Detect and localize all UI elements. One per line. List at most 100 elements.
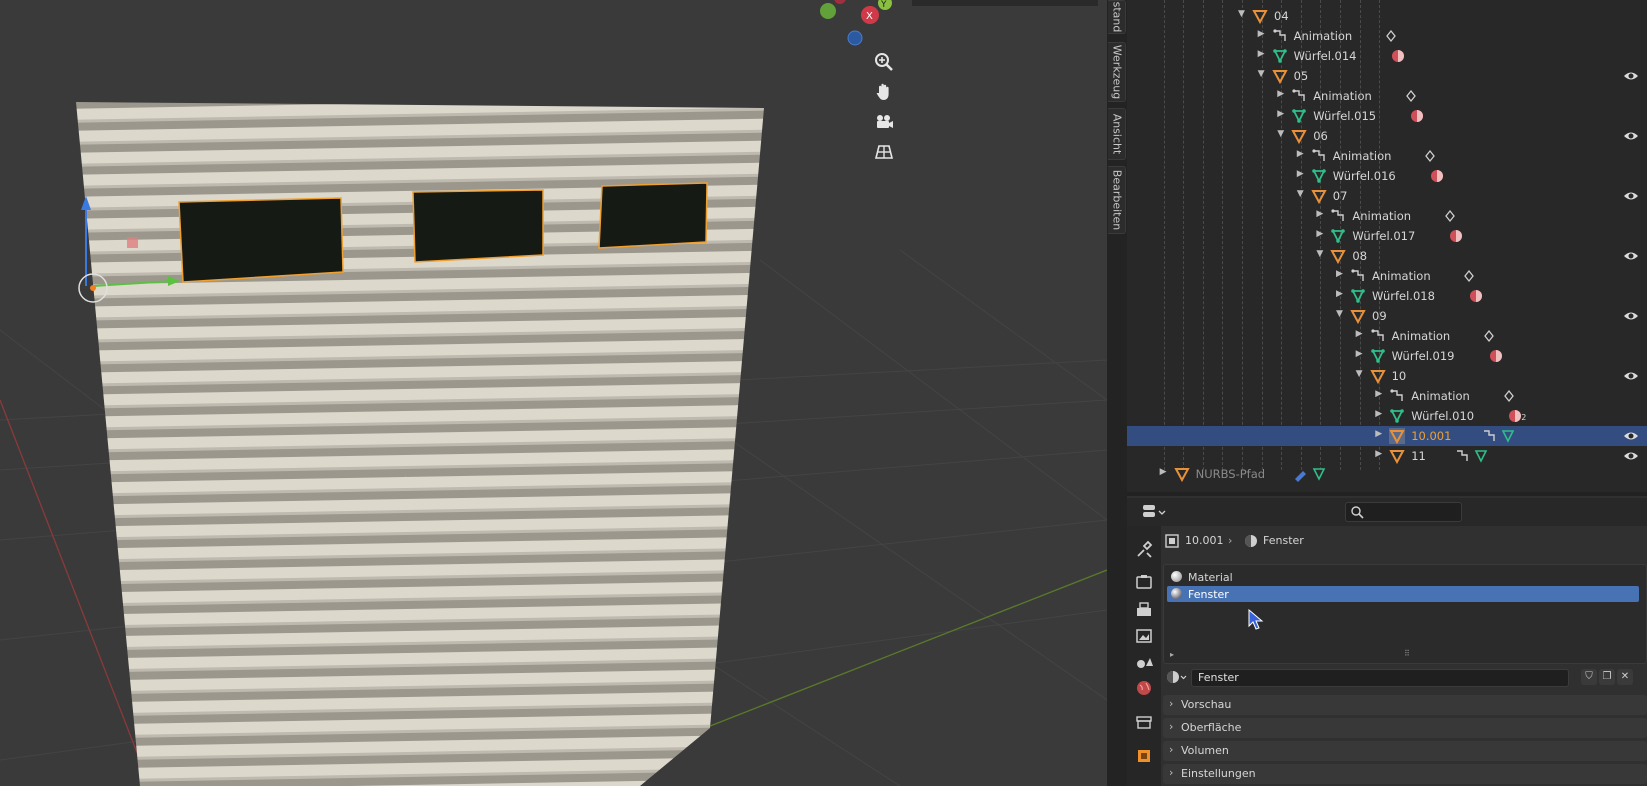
material-slot-active[interactable]: Fenster — [1167, 586, 1639, 602]
expand-arrow-icon[interactable]: ▶ — [1316, 229, 1323, 239]
outliner-row[interactable]: ▶ Animation — [1127, 266, 1647, 286]
outliner-row[interactable]: ▶ Animation — [1127, 26, 1647, 46]
unlink-material-icon[interactable]: ✕ — [1617, 669, 1633, 685]
visibility-eye-icon[interactable] — [1623, 69, 1639, 83]
outliner-row-label: Würfel.016 — [1332, 169, 1396, 183]
expand-arrow-icon[interactable]: ▶ — [1375, 429, 1382, 439]
tab-bearbeiten[interactable]: Bearbeiten — [1108, 166, 1126, 234]
panel-volumen[interactable]: › Volumen — [1163, 741, 1647, 761]
expand-arrow-icon[interactable]: ▶ — [1316, 209, 1323, 219]
outliner-row[interactable]: ▼ 06 — [1127, 126, 1647, 146]
modifier-icons — [1292, 466, 1332, 482]
expand-arrow-icon[interactable]: ▶ — [1336, 289, 1343, 299]
3d-viewport[interactable]: X Y — [0, 0, 1107, 786]
window-1 — [178, 197, 344, 283]
outliner-row-selected[interactable]: ▶ 10.001 — [1127, 426, 1647, 446]
outliner-row[interactable]: ▶ Animation — [1127, 326, 1647, 346]
render-tab-icon[interactable] — [1134, 572, 1154, 592]
expand-arrow-icon[interactable]: ▶ — [1160, 467, 1167, 477]
properties-editor[interactable]: 10.001 › Fenster Material Fenster ▸ ⠿ Fe… — [1127, 498, 1647, 786]
panel-vorschau[interactable]: › Vorschau — [1163, 695, 1647, 715]
expand-arrow-icon[interactable]: ▶ — [1297, 169, 1304, 179]
fake-user-icon[interactable]: ⛉ — [1581, 669, 1597, 685]
expand-arrow-icon[interactable]: ▶ — [1258, 49, 1265, 59]
visibility-eye-icon[interactable] — [1623, 249, 1639, 263]
collapse-arrow-icon[interactable]: ▼ — [1238, 9, 1245, 19]
expand-arrow-icon[interactable]: ▸ — [1170, 650, 1174, 659]
panel-einstellungen[interactable]: › Einstellungen — [1163, 764, 1647, 784]
duplicate-material-icon[interactable]: ❐ — [1599, 669, 1615, 685]
outliner-row[interactable]: ▶ Würfel.018 — [1127, 286, 1647, 306]
outliner-row[interactable]: ▶ Animation — [1127, 146, 1647, 166]
outliner[interactable]: ▼ 04 ▶ Animation ▶ Würfel.014 ▼ 05 ▶ Animation ▶ Wü… — [1127, 0, 1647, 496]
outliner-row[interactable]: ▶ 11 — [1127, 446, 1647, 466]
outliner-row[interactable]: ▶ NURBS-Pfad — [1127, 464, 1647, 484]
collapse-arrow-icon[interactable]: ▼ — [1316, 249, 1323, 259]
material-slot[interactable]: Material — [1167, 569, 1639, 585]
zoom-icon[interactable] — [870, 48, 898, 76]
resize-handle-icon[interactable]: ⠿ — [1404, 649, 1411, 658]
outliner-row[interactable]: ▼ 05 — [1127, 66, 1647, 86]
visibility-eye-icon[interactable] — [1623, 309, 1639, 323]
collapse-arrow-icon[interactable]: ▼ — [1277, 129, 1284, 139]
world-tab-icon[interactable] — [1134, 678, 1154, 698]
expand-arrow-icon[interactable]: ▶ — [1277, 109, 1284, 119]
browse-material-icon[interactable] — [1165, 669, 1189, 687]
collapse-arrow-icon[interactable]: ▼ — [1297, 189, 1304, 199]
expand-arrow-icon[interactable]: ▶ — [1258, 29, 1265, 39]
outliner-row[interactable]: ▼ 09 — [1127, 306, 1647, 326]
outliner-row[interactable]: ▶ Animation — [1127, 206, 1647, 226]
expand-arrow-icon[interactable]: ▶ — [1375, 449, 1382, 459]
expand-arrow-icon[interactable]: ▶ — [1375, 389, 1382, 399]
tab-stand[interactable]: stand — [1108, 0, 1126, 34]
expand-arrow-icon[interactable]: ▶ — [1297, 149, 1304, 159]
visibility-eye-icon[interactable] — [1623, 129, 1639, 143]
search-input[interactable] — [1345, 502, 1462, 522]
outliner-row[interactable]: ▼ 10 — [1127, 366, 1647, 386]
visibility-eye-icon[interactable] — [1623, 449, 1639, 463]
grid-ortho-icon[interactable] — [870, 138, 898, 166]
camera-icon[interactable] — [870, 108, 898, 136]
material-preview-icon — [1171, 588, 1182, 599]
outliner-row[interactable]: ▼ 08 — [1127, 246, 1647, 266]
view-layer-tab-icon[interactable] — [1134, 626, 1154, 646]
visibility-eye-icon[interactable] — [1623, 429, 1639, 443]
scene-tab-icon[interactable] — [1134, 652, 1154, 672]
outliner-row[interactable]: ▶ Animation — [1127, 386, 1647, 406]
outliner-row[interactable]: ▶ Animation — [1127, 86, 1647, 106]
tool-tab-icon[interactable] — [1134, 540, 1154, 560]
mouse-cursor-icon — [1248, 609, 1264, 630]
outliner-row[interactable]: ▶ Würfel.015 — [1127, 106, 1647, 126]
collection-tab-icon[interactable] — [1134, 712, 1154, 732]
tab-werkzeug[interactable]: Werkzeug — [1108, 42, 1126, 102]
collapse-arrow-icon[interactable]: ▼ — [1258, 69, 1265, 79]
outliner-row[interactable]: ▶ Würfel.010 2 — [1127, 406, 1647, 426]
outliner-row[interactable]: ▶ Würfel.014 — [1127, 46, 1647, 66]
expand-arrow-icon[interactable]: ▶ — [1375, 409, 1382, 419]
editor-type-icon[interactable] — [1141, 503, 1167, 521]
outliner-row[interactable]: ▶ Würfel.019 — [1127, 346, 1647, 366]
outliner-row[interactable]: ▶ Würfel.017 — [1127, 226, 1647, 246]
material-icon — [1448, 228, 1464, 244]
expand-arrow-icon[interactable]: ▶ — [1336, 269, 1343, 279]
outliner-row[interactable]: ▼ 04 — [1127, 6, 1647, 26]
keyframe-icon — [1422, 148, 1438, 164]
expand-arrow-icon[interactable]: ▶ — [1356, 349, 1363, 359]
hand-pan-icon[interactable] — [870, 78, 898, 106]
visibility-eye-icon[interactable] — [1623, 369, 1639, 383]
tab-ansicht[interactable]: Ansicht — [1108, 108, 1126, 160]
material-slot-list[interactable]: Material Fenster ▸ ⠿ — [1163, 564, 1647, 664]
panel-oberflaeche[interactable]: › Oberfläche — [1163, 718, 1647, 738]
keyframe-icon — [1403, 88, 1419, 104]
expand-arrow-icon[interactable]: ▶ — [1356, 329, 1363, 339]
expand-arrow-icon[interactable]: ▶ — [1277, 89, 1284, 99]
collapse-arrow-icon[interactable]: ▼ — [1356, 369, 1363, 379]
object-tab-icon[interactable] — [1134, 746, 1154, 766]
outliner-row[interactable]: ▼ 07 — [1127, 186, 1647, 206]
output-tab-icon[interactable] — [1134, 600, 1154, 620]
outliner-row[interactable]: ▶ Würfel.016 — [1127, 166, 1647, 186]
visibility-eye-icon[interactable] — [1623, 189, 1639, 203]
collapse-arrow-icon[interactable]: ▼ — [1336, 309, 1343, 319]
material-name-field[interactable]: Fenster — [1191, 669, 1569, 687]
material-icon — [1468, 288, 1484, 304]
